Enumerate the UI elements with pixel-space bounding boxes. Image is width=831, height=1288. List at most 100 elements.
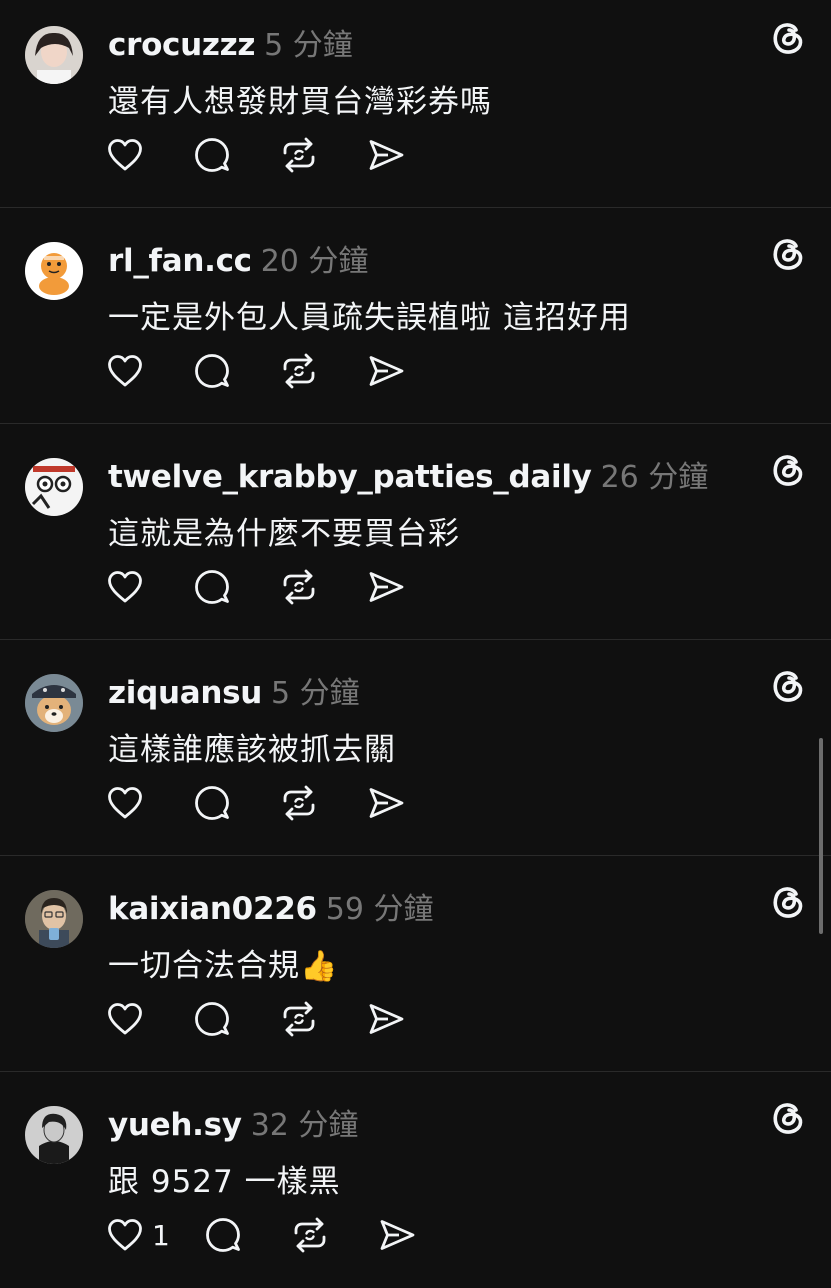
post-header: twelve_krabby_patties_daily 26 分鐘 — [108, 452, 708, 496]
reply-post: crocuzzz 5 分鐘 還有人想發財買台灣彩券嗎 — [0, 0, 831, 208]
share-button[interactable] — [378, 1216, 416, 1254]
heart-icon — [108, 139, 142, 171]
threads-logo-icon[interactable] — [768, 665, 808, 705]
share-button[interactable] — [367, 136, 405, 174]
post-text: 還有人想發財買台灣彩券嗎 — [108, 76, 492, 121]
comment-icon — [195, 354, 229, 388]
post-header: crocuzzz 5 分鐘 — [108, 20, 353, 64]
repost-icon — [283, 137, 315, 173]
timestamp: 5 分鐘 — [264, 28, 353, 63]
comment-icon — [195, 570, 229, 604]
post-header: kaixian0226 59 分鐘 — [108, 884, 433, 928]
like-button[interactable] — [106, 568, 144, 606]
threads-logo-icon[interactable] — [768, 881, 808, 921]
action-bar — [106, 136, 454, 174]
post-text-body: 這樣誰應該被抓去關 — [108, 732, 396, 768]
post-text-body: 還有人想發財買台灣彩券嗎 — [108, 84, 492, 120]
post-text: 這樣誰應該被抓去關 — [108, 724, 396, 769]
comment-icon — [195, 1002, 229, 1036]
reply-button[interactable] — [193, 352, 231, 390]
heart-icon — [108, 787, 142, 819]
reply-post: rl_fan.cc 20 分鐘 一定是外包人員疏失誤植啦 這招好用 — [0, 208, 831, 424]
threads-logo-icon[interactable] — [768, 1097, 808, 1137]
avatar[interactable] — [25, 890, 83, 948]
like-count[interactable]: 1 — [152, 1219, 170, 1252]
share-button[interactable] — [367, 352, 405, 390]
repost-icon — [283, 785, 315, 821]
reply-button[interactable] — [193, 1000, 231, 1038]
reply-button[interactable] — [193, 784, 231, 822]
reply-post: ziquansu 5 分鐘 這樣誰應該被抓去關 — [0, 640, 831, 856]
repost-icon — [283, 569, 315, 605]
post-text-body: 一切合法合規 — [108, 948, 300, 984]
repost-icon — [294, 1217, 326, 1253]
send-icon — [369, 140, 404, 170]
repost-button[interactable] — [280, 784, 318, 822]
like-button[interactable] — [106, 352, 144, 390]
comment-icon — [195, 138, 229, 172]
timestamp: 26 分鐘 — [600, 460, 709, 495]
repost-button[interactable] — [291, 1216, 329, 1254]
username[interactable]: rl_fan.cc — [108, 243, 252, 279]
timestamp: 32 分鐘 — [250, 1108, 359, 1143]
avatar[interactable] — [25, 26, 83, 84]
username[interactable]: kaixian0226 — [108, 891, 317, 927]
share-button[interactable] — [367, 568, 405, 606]
username[interactable]: crocuzzz — [108, 27, 255, 63]
like-button[interactable] — [106, 1216, 144, 1254]
avatar[interactable] — [25, 458, 83, 516]
action-bar — [106, 1000, 454, 1038]
avatar[interactable] — [25, 1106, 83, 1164]
threads-logo-icon[interactable] — [768, 233, 808, 273]
repost-button[interactable] — [280, 568, 318, 606]
post-text: 一定是外包人員疏失誤植啦 這招好用 — [108, 292, 631, 337]
send-icon — [369, 788, 404, 818]
post-header: yueh.sy 32 分鐘 — [108, 1100, 358, 1144]
reply-button[interactable] — [193, 136, 231, 174]
timestamp: 59 分鐘 — [325, 892, 434, 927]
post-header: ziquansu 5 分鐘 — [108, 668, 360, 712]
action-bar: 1 — [106, 1216, 465, 1254]
send-icon — [369, 1004, 404, 1034]
repost-button[interactable] — [280, 352, 318, 390]
scrollbar[interactable] — [819, 738, 823, 934]
post-text: 一切合法合規👍 — [108, 940, 338, 985]
reply-button[interactable] — [193, 568, 231, 606]
threads-logo-icon[interactable] — [768, 449, 808, 489]
like-button[interactable] — [106, 136, 144, 174]
timestamp: 5 分鐘 — [271, 676, 360, 711]
post-text: 跟 9527 一樣黑 — [108, 1156, 341, 1201]
send-icon — [380, 1220, 415, 1250]
like-button[interactable] — [106, 784, 144, 822]
post-header: rl_fan.cc 20 分鐘 — [108, 236, 368, 280]
share-button[interactable] — [367, 1000, 405, 1038]
like-button[interactable] — [106, 1000, 144, 1038]
send-icon — [369, 572, 404, 602]
action-bar — [106, 568, 454, 606]
action-bar — [106, 784, 454, 822]
post-text-body: 跟 9527 一樣黑 — [108, 1164, 341, 1200]
send-icon — [369, 356, 404, 386]
heart-icon — [108, 1003, 142, 1035]
username[interactable]: ziquansu — [108, 675, 262, 711]
reply-post: yueh.sy 32 分鐘 跟 9527 一樣黑 1 — [0, 1072, 831, 1288]
username[interactable]: yueh.sy — [108, 1107, 242, 1143]
threads-logo-icon[interactable] — [768, 17, 808, 57]
reply-post: twelve_krabby_patties_daily 26 分鐘 這就是為什麼… — [0, 424, 831, 640]
heart-icon — [108, 355, 142, 387]
avatar[interactable] — [25, 242, 83, 300]
post-text-body: 一定是外包人員疏失誤植啦 這招好用 — [108, 300, 631, 336]
comment-icon — [195, 786, 229, 820]
post-text: 這就是為什麼不要買台彩 — [108, 508, 460, 553]
repost-button[interactable] — [280, 1000, 318, 1038]
share-button[interactable] — [367, 784, 405, 822]
avatar[interactable] — [25, 674, 83, 732]
repost-button[interactable] — [280, 136, 318, 174]
reply-feed: crocuzzz 5 分鐘 還有人想發財買台灣彩券嗎 rl_fan.cc 20 … — [0, 0, 831, 1288]
reply-post: kaixian0226 59 分鐘 一切合法合規👍 — [0, 856, 831, 1072]
repost-icon — [283, 1001, 315, 1037]
reply-button[interactable] — [204, 1216, 242, 1254]
repost-icon — [283, 353, 315, 389]
heart-icon — [108, 571, 142, 603]
username[interactable]: twelve_krabby_patties_daily — [108, 459, 592, 495]
